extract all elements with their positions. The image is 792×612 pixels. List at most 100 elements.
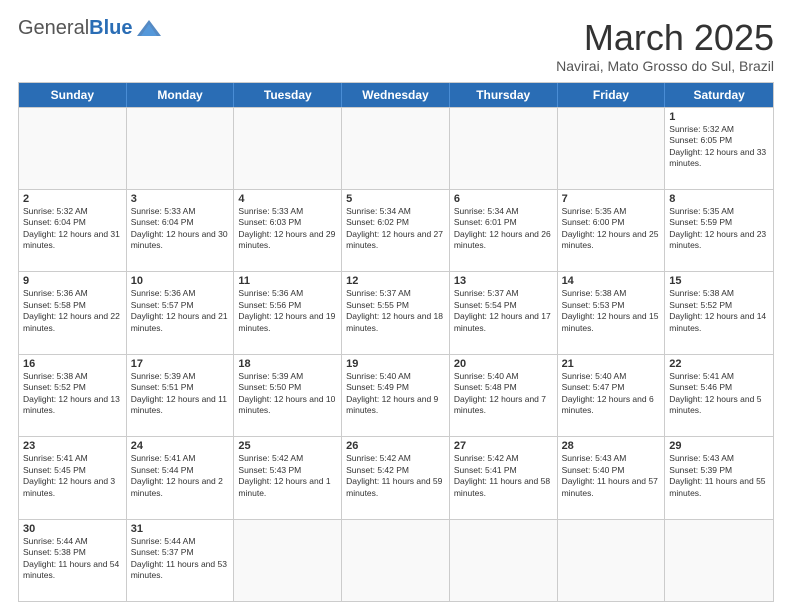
- calendar-cell: 3Sunrise: 5:33 AM Sunset: 6:04 PM Daylig…: [127, 190, 235, 271]
- calendar-cell: 2Sunrise: 5:32 AM Sunset: 6:04 PM Daylig…: [19, 190, 127, 271]
- calendar-cell: 10Sunrise: 5:36 AM Sunset: 5:57 PM Dayli…: [127, 272, 235, 353]
- calendar-cell: 12Sunrise: 5:37 AM Sunset: 5:55 PM Dayli…: [342, 272, 450, 353]
- cell-date: 20: [454, 358, 553, 370]
- calendar: SundayMondayTuesdayWednesdayThursdayFrid…: [18, 82, 774, 602]
- cell-date: 9: [23, 275, 122, 287]
- calendar-cell: 4Sunrise: 5:33 AM Sunset: 6:03 PM Daylig…: [234, 190, 342, 271]
- calendar-cell: 17Sunrise: 5:39 AM Sunset: 5:51 PM Dayli…: [127, 355, 235, 436]
- cell-date: 16: [23, 358, 122, 370]
- cell-info: Sunrise: 5:43 AM Sunset: 5:40 PM Dayligh…: [562, 453, 661, 499]
- cell-info: Sunrise: 5:33 AM Sunset: 6:04 PM Dayligh…: [131, 206, 230, 252]
- cell-info: Sunrise: 5:42 AM Sunset: 5:43 PM Dayligh…: [238, 453, 337, 499]
- calendar-row-5: 30Sunrise: 5:44 AM Sunset: 5:38 PM Dayli…: [19, 519, 773, 601]
- page: GeneralBlue March 2025 Navirai, Mato Gro…: [0, 0, 792, 612]
- calendar-cell: 27Sunrise: 5:42 AM Sunset: 5:41 PM Dayli…: [450, 437, 558, 518]
- calendar-cell: 23Sunrise: 5:41 AM Sunset: 5:45 PM Dayli…: [19, 437, 127, 518]
- calendar-cell: 29Sunrise: 5:43 AM Sunset: 5:39 PM Dayli…: [665, 437, 773, 518]
- calendar-row-1: 2Sunrise: 5:32 AM Sunset: 6:04 PM Daylig…: [19, 189, 773, 271]
- title-section: March 2025 Navirai, Mato Grosso do Sul, …: [556, 18, 774, 74]
- cell-date: 15: [669, 275, 769, 287]
- cell-date: 14: [562, 275, 661, 287]
- calendar-cell: [558, 108, 666, 189]
- cell-info: Sunrise: 5:37 AM Sunset: 5:55 PM Dayligh…: [346, 288, 445, 334]
- calendar-cell: 19Sunrise: 5:40 AM Sunset: 5:49 PM Dayli…: [342, 355, 450, 436]
- calendar-cell: 24Sunrise: 5:41 AM Sunset: 5:44 PM Dayli…: [127, 437, 235, 518]
- calendar-cell: 14Sunrise: 5:38 AM Sunset: 5:53 PM Dayli…: [558, 272, 666, 353]
- cell-info: Sunrise: 5:34 AM Sunset: 6:02 PM Dayligh…: [346, 206, 445, 252]
- cell-date: 12: [346, 275, 445, 287]
- calendar-cell: 5Sunrise: 5:34 AM Sunset: 6:02 PM Daylig…: [342, 190, 450, 271]
- cell-date: 13: [454, 275, 553, 287]
- cell-date: 21: [562, 358, 661, 370]
- cell-date: 10: [131, 275, 230, 287]
- calendar-cell: 25Sunrise: 5:42 AM Sunset: 5:43 PM Dayli…: [234, 437, 342, 518]
- calendar-cell: 9Sunrise: 5:36 AM Sunset: 5:58 PM Daylig…: [19, 272, 127, 353]
- cell-date: 5: [346, 193, 445, 205]
- calendar-cell: 8Sunrise: 5:35 AM Sunset: 5:59 PM Daylig…: [665, 190, 773, 271]
- calendar-cell: 31Sunrise: 5:44 AM Sunset: 5:37 PM Dayli…: [127, 520, 235, 601]
- cell-date: 18: [238, 358, 337, 370]
- cell-info: Sunrise: 5:41 AM Sunset: 5:45 PM Dayligh…: [23, 453, 122, 499]
- logo-blue-text: Blue: [89, 18, 132, 38]
- day-header-thursday: Thursday: [450, 83, 558, 107]
- day-header-sunday: Sunday: [19, 83, 127, 107]
- cell-info: Sunrise: 5:36 AM Sunset: 5:57 PM Dayligh…: [131, 288, 230, 334]
- cell-date: 17: [131, 358, 230, 370]
- cell-info: Sunrise: 5:35 AM Sunset: 6:00 PM Dayligh…: [562, 206, 661, 252]
- calendar-cell: 30Sunrise: 5:44 AM Sunset: 5:38 PM Dayli…: [19, 520, 127, 601]
- cell-info: Sunrise: 5:41 AM Sunset: 5:46 PM Dayligh…: [669, 371, 769, 417]
- cell-info: Sunrise: 5:44 AM Sunset: 5:37 PM Dayligh…: [131, 536, 230, 582]
- calendar-cell: [234, 108, 342, 189]
- calendar-cell: 22Sunrise: 5:41 AM Sunset: 5:46 PM Dayli…: [665, 355, 773, 436]
- cell-date: 29: [669, 440, 769, 452]
- day-header-wednesday: Wednesday: [342, 83, 450, 107]
- calendar-row-0: 1Sunrise: 5:32 AM Sunset: 6:05 PM Daylig…: [19, 107, 773, 189]
- cell-info: Sunrise: 5:41 AM Sunset: 5:44 PM Dayligh…: [131, 453, 230, 499]
- day-headers: SundayMondayTuesdayWednesdayThursdayFrid…: [19, 83, 773, 107]
- cell-date: 1: [669, 111, 769, 123]
- calendar-cell: 26Sunrise: 5:42 AM Sunset: 5:42 PM Dayli…: [342, 437, 450, 518]
- logo: GeneralBlue: [18, 18, 163, 38]
- cell-info: Sunrise: 5:40 AM Sunset: 5:49 PM Dayligh…: [346, 371, 445, 417]
- cell-date: 24: [131, 440, 230, 452]
- header: GeneralBlue March 2025 Navirai, Mato Gro…: [18, 18, 774, 74]
- cell-date: 19: [346, 358, 445, 370]
- calendar-cell: 11Sunrise: 5:36 AM Sunset: 5:56 PM Dayli…: [234, 272, 342, 353]
- calendar-row-4: 23Sunrise: 5:41 AM Sunset: 5:45 PM Dayli…: [19, 436, 773, 518]
- calendar-cell: [234, 520, 342, 601]
- month-title: March 2025: [556, 18, 774, 58]
- calendar-cell: 18Sunrise: 5:39 AM Sunset: 5:50 PM Dayli…: [234, 355, 342, 436]
- cell-info: Sunrise: 5:44 AM Sunset: 5:38 PM Dayligh…: [23, 536, 122, 582]
- calendar-cell: [450, 520, 558, 601]
- day-header-friday: Friday: [558, 83, 666, 107]
- cell-date: 6: [454, 193, 553, 205]
- cell-info: Sunrise: 5:43 AM Sunset: 5:39 PM Dayligh…: [669, 453, 769, 499]
- cell-date: 25: [238, 440, 337, 452]
- calendar-cell: [665, 520, 773, 601]
- calendar-grid: 1Sunrise: 5:32 AM Sunset: 6:05 PM Daylig…: [19, 107, 773, 601]
- cell-info: Sunrise: 5:38 AM Sunset: 5:53 PM Dayligh…: [562, 288, 661, 334]
- cell-info: Sunrise: 5:39 AM Sunset: 5:50 PM Dayligh…: [238, 371, 337, 417]
- cell-info: Sunrise: 5:34 AM Sunset: 6:01 PM Dayligh…: [454, 206, 553, 252]
- calendar-cell: 28Sunrise: 5:43 AM Sunset: 5:40 PM Dayli…: [558, 437, 666, 518]
- cell-date: 7: [562, 193, 661, 205]
- cell-info: Sunrise: 5:40 AM Sunset: 5:48 PM Dayligh…: [454, 371, 553, 417]
- cell-date: 11: [238, 275, 337, 287]
- cell-info: Sunrise: 5:37 AM Sunset: 5:54 PM Dayligh…: [454, 288, 553, 334]
- cell-info: Sunrise: 5:32 AM Sunset: 6:05 PM Dayligh…: [669, 124, 769, 170]
- cell-date: 4: [238, 193, 337, 205]
- calendar-cell: 13Sunrise: 5:37 AM Sunset: 5:54 PM Dayli…: [450, 272, 558, 353]
- calendar-cell: 20Sunrise: 5:40 AM Sunset: 5:48 PM Dayli…: [450, 355, 558, 436]
- calendar-cell: 21Sunrise: 5:40 AM Sunset: 5:47 PM Dayli…: [558, 355, 666, 436]
- calendar-cell: [127, 108, 235, 189]
- calendar-cell: [450, 108, 558, 189]
- cell-date: 31: [131, 523, 230, 535]
- calendar-cell: 16Sunrise: 5:38 AM Sunset: 5:52 PM Dayli…: [19, 355, 127, 436]
- cell-info: Sunrise: 5:35 AM Sunset: 5:59 PM Dayligh…: [669, 206, 769, 252]
- calendar-cell: [342, 108, 450, 189]
- cell-date: 30: [23, 523, 122, 535]
- cell-date: 23: [23, 440, 122, 452]
- calendar-cell: 1Sunrise: 5:32 AM Sunset: 6:05 PM Daylig…: [665, 108, 773, 189]
- calendar-cell: 15Sunrise: 5:38 AM Sunset: 5:52 PM Dayli…: [665, 272, 773, 353]
- cell-info: Sunrise: 5:42 AM Sunset: 5:41 PM Dayligh…: [454, 453, 553, 499]
